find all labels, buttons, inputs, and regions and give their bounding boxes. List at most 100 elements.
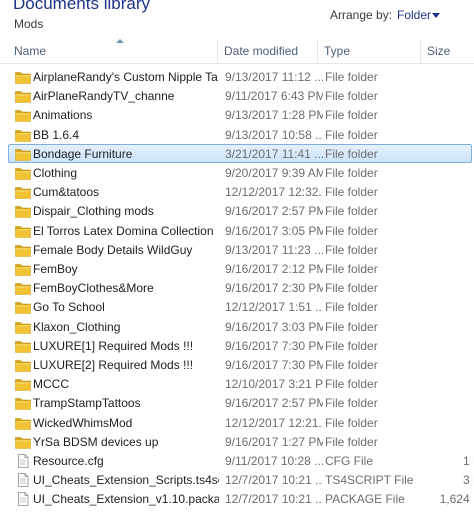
library-subtitle: Mods	[14, 17, 44, 31]
folder-row[interactable]: BB 1.6.4 9/13/2017 10:58 ... File folder	[8, 125, 472, 144]
item-size	[433, 68, 474, 87]
item-date-modified: 12/12/2017 12:32...	[225, 185, 323, 200]
item-size	[433, 164, 474, 183]
folder-row[interactable]: Animations 9/13/2017 1:28 PM File folder	[8, 105, 472, 124]
item-type: File folder	[325, 358, 378, 372]
item-date-modified: 12/10/2017 3:21 PM	[225, 377, 323, 392]
item-type: File folder	[325, 338, 378, 353]
folder-row[interactable]: FemBoyClothes&More 9/16/2017 2:30 PM File …	[8, 278, 472, 297]
column-header-type[interactable]: Type	[318, 40, 421, 63]
folder-row[interactable]: LUXURE[1] Required Mods !!! 9/16/2017 7:3…	[8, 336, 472, 355]
item-date-modified: 9/16/2017 2:57 PM	[225, 204, 323, 219]
item-date-modified: 3/21/2017 11:41 ...	[225, 146, 323, 161]
item-name: UI_Cheats_Extension_v1.10.package	[33, 492, 219, 507]
folder-icon	[15, 89, 31, 103]
item-name: WickedWhimsMod	[33, 415, 133, 430]
item-size	[433, 337, 474, 356]
item-name: YrSa BDSM devices up	[33, 434, 159, 449]
item-type: File folder	[325, 300, 378, 315]
folder-row[interactable]: WickedWhimsMod 12/12/2017 12:21... File fo…	[8, 413, 472, 432]
file-icon	[15, 492, 31, 507]
file-row[interactable]: Resource.cfg 9/11/2017 10:28 ... CFG File 1…	[8, 451, 474, 470]
item-size	[433, 202, 474, 221]
folder-row[interactable]: LUXURE[2] Required Mods !!! 9/16/2017 7:3…	[8, 355, 472, 374]
item-name: TrampStampTattoos	[33, 396, 141, 411]
item-name: AirPlaneRandyTV_channe	[33, 89, 175, 104]
folder-row[interactable]: FemBoy 9/16/2017 2:12 PM File folder	[8, 259, 472, 278]
item-date-modified: 12/12/2017 12:21...	[225, 415, 323, 430]
item-size: 1 K	[462, 454, 474, 468]
folder-icon	[15, 339, 31, 353]
item-name: Animations	[33, 108, 93, 123]
item-size	[433, 241, 474, 260]
chevron-down-icon[interactable]	[432, 13, 440, 18]
item-size	[433, 222, 474, 241]
item-type: File folder	[325, 281, 378, 296]
folder-icon	[15, 377, 31, 391]
item-date-modified: 9/16/2017 2:57 PM	[225, 396, 323, 411]
item-size	[433, 87, 474, 106]
item-size	[433, 356, 474, 375]
folder-row[interactable]: El Torros Latex Domina Collection 9/16/20…	[8, 221, 472, 240]
item-name: Female Body Details WildGuy	[33, 242, 193, 257]
item-type: File folder	[325, 242, 378, 257]
item-type: File folder	[325, 146, 378, 161]
folder-icon	[15, 300, 31, 315]
item-type: File folder	[325, 377, 378, 392]
folder-row[interactable]: AirPlaneRandyTV_channe 9/11/2017 6:43 PM F…	[8, 86, 472, 105]
item-date-modified: 9/13/2017 1:28 PM	[225, 108, 323, 123]
item-size	[433, 260, 474, 279]
item-name: BB 1.6.4	[33, 127, 80, 142]
item-size	[433, 145, 474, 164]
column-header-size[interactable]: Size	[421, 40, 474, 63]
folder-row[interactable]: AirplaneRandy's Custom Nipple Ta... 9/13/…	[8, 67, 472, 86]
file-row[interactable]: UI_Cheats_Extension_Scripts.ts4script 12/…	[8, 470, 474, 489]
item-name: Bondage Furniture	[33, 146, 133, 161]
item-type: File folder	[325, 319, 378, 334]
item-size	[433, 126, 474, 145]
item-size	[433, 106, 474, 125]
item-date-modified: 9/11/2017 6:43 PM	[225, 89, 323, 104]
item-type: File folder	[325, 415, 378, 430]
folder-icon	[15, 224, 31, 238]
folder-row[interactable]: Female Body Details WildGuy 9/13/2017 11:…	[8, 240, 472, 259]
folder-row[interactable]: Go To School 12/12/2017 1:51 ... File fold…	[8, 297, 472, 316]
column-header-size-label: Size	[427, 44, 451, 58]
item-type: File folder	[325, 396, 378, 411]
folder-icon	[15, 416, 31, 430]
item-name: Go To School	[33, 300, 105, 315]
item-type: File folder	[325, 166, 378, 180]
arrange-by-dropdown[interactable]: Folder	[397, 8, 431, 22]
folder-row[interactable]: Clothing 9/20/2017 9:39 AM File folder	[8, 163, 472, 182]
item-type: CFG File	[325, 454, 373, 468]
item-date-modified: 9/16/2017 1:27 PM	[225, 434, 323, 449]
folder-row[interactable]: Cum&tatoos 12/12/2017 12:32... File folder	[8, 182, 472, 201]
item-date-modified: 9/20/2017 9:39 AM	[225, 166, 323, 180]
folder-row[interactable]: Dispair_Clothing mods 9/16/2017 2:57 PM Fi…	[8, 201, 472, 220]
column-header-name[interactable]: Name	[8, 39, 218, 63]
item-name: AirplaneRandy's Custom Nipple Ta...	[33, 70, 219, 84]
item-type: File folder	[325, 223, 378, 238]
item-date-modified: 9/13/2017 11:23 ...	[225, 242, 323, 257]
item-name: LUXURE[2] Required Mods !!!	[33, 358, 194, 372]
column-header-type-label: Type	[324, 44, 351, 58]
item-name: LUXURE[1] Required Mods !!!	[33, 338, 194, 353]
folder-row[interactable]: TrampStampTattoos 9/16/2017 2:57 PM File f…	[8, 393, 472, 412]
item-size: 1,624 K	[439, 492, 474, 507]
item-name: UI_Cheats_Extension_Scripts.ts4script	[33, 473, 219, 488]
column-header-date-modified[interactable]: Date modified	[218, 40, 318, 63]
item-name: Resource.cfg	[33, 454, 104, 468]
item-date-modified: 9/16/2017 2:30 PM	[225, 281, 323, 296]
folder-icon	[15, 204, 31, 219]
item-name: FemBoyClothes&More	[33, 281, 154, 296]
folder-row[interactable]: Klaxon_Clothing 9/16/2017 3:03 PM File fol…	[8, 317, 472, 336]
item-size	[433, 183, 474, 202]
folder-row[interactable]: Bondage Furniture 3/21/2017 11:41 ... File…	[8, 143, 474, 164]
folder-icon	[15, 166, 31, 180]
folder-row[interactable]: MCCC 12/10/2017 3:21 PM File folder	[8, 374, 472, 393]
column-header-row: Name Date modified Type Size	[0, 39, 474, 64]
file-row[interactable]: UI_Cheats_Extension_v1.10.package 12/7/20…	[8, 489, 474, 508]
item-type: File folder	[325, 127, 378, 142]
item-date-modified: 12/7/2017 10:21 ...	[225, 492, 323, 507]
folder-row[interactable]: YrSa BDSM devices up 9/16/2017 1:27 PM Fil…	[8, 432, 472, 451]
